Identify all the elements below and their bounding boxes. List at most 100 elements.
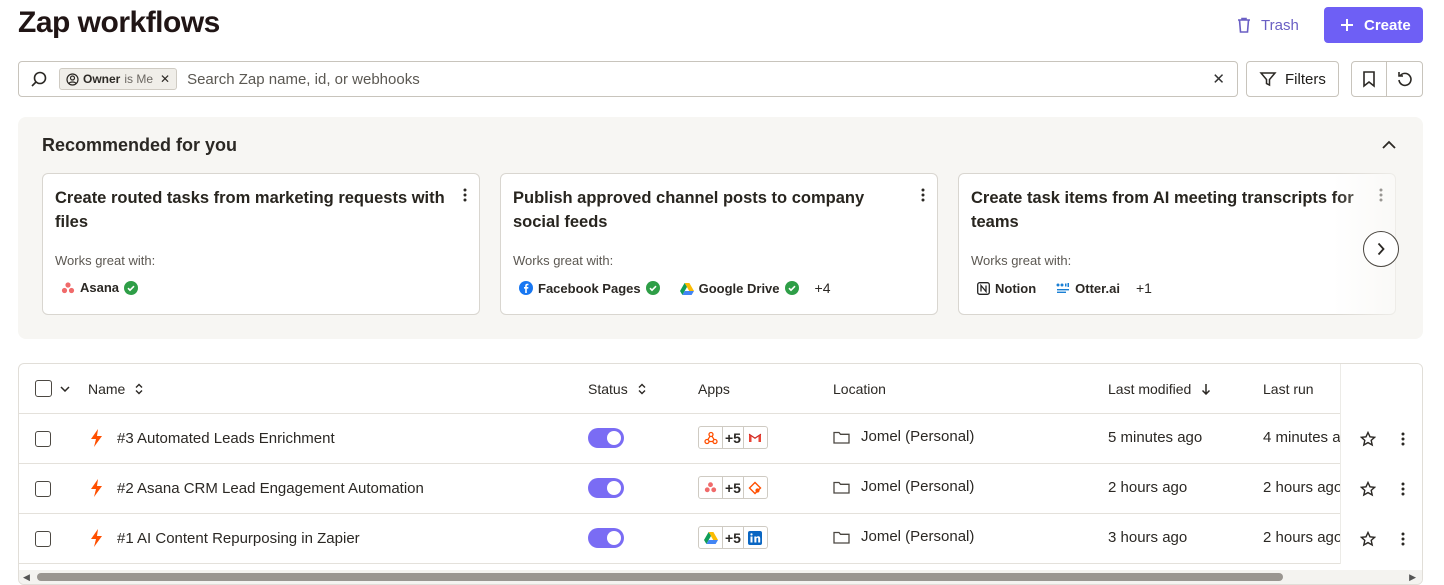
- bookmark-button[interactable]: [1352, 62, 1388, 96]
- star-icon[interactable]: [1359, 531, 1376, 547]
- recommendation-card[interactable]: Publish approved channel posts to compan…: [500, 173, 938, 315]
- column-last-modified[interactable]: Last modified: [1108, 381, 1211, 397]
- owner-filter-chip[interactable]: Owner is Me ✕: [59, 68, 178, 90]
- otter-ai-icon: [1056, 283, 1070, 293]
- works-with-label: Works great with:: [55, 253, 156, 268]
- folder-icon: [833, 431, 850, 444]
- scrollbar-thumb[interactable]: [37, 573, 1283, 581]
- scroll-right-icon[interactable]: ▶: [1409, 572, 1416, 583]
- status-toggle[interactable]: [588, 428, 624, 448]
- zapier-ai-icon: [744, 477, 767, 498]
- status-toggle[interactable]: [588, 478, 624, 498]
- column-name[interactable]: Name: [88, 381, 143, 397]
- table-row[interactable]: #2 Asana CRM Lead Engagement Automation …: [19, 464, 1422, 514]
- apps-stack[interactable]: +5: [698, 526, 768, 549]
- more-apps-count: +4: [814, 280, 831, 296]
- row-checkbox[interactable]: [35, 481, 51, 497]
- bookmark-icon: [1363, 71, 1375, 88]
- table-header: Name Status Apps Location Last modified …: [19, 364, 1422, 414]
- apps-stack[interactable]: +5: [698, 476, 768, 499]
- folder-icon: [833, 481, 850, 494]
- apps-stack[interactable]: +5: [698, 426, 768, 449]
- linkedin-icon: [744, 527, 767, 548]
- table-row[interactable]: #3 Automated Leads Enrichment +5 Jomel (…: [19, 414, 1422, 464]
- chip-operator: is Me: [124, 72, 154, 86]
- card-title: Publish approved channel posts to compan…: [513, 189, 865, 231]
- works-with-label: Works great with:: [513, 253, 614, 268]
- zaps-table: Name Status Apps Location Last modified …: [18, 363, 1423, 585]
- last-run-text: 4 minutes ago: [1263, 429, 1343, 446]
- sort-icon: [638, 383, 646, 395]
- more-vertical-icon[interactable]: [463, 188, 467, 207]
- row-checkbox[interactable]: [35, 531, 51, 547]
- column-apps: Apps: [698, 381, 730, 397]
- google-drive-icon: [699, 527, 722, 548]
- trash-icon: [1238, 17, 1250, 33]
- refresh-button[interactable]: [1387, 62, 1422, 96]
- chevron-down-icon[interactable]: [60, 385, 70, 392]
- app-notion: Notion: [977, 281, 1036, 296]
- zap-name[interactable]: #3 Automated Leads Enrichment: [117, 430, 335, 447]
- last-modified-text: 3 hours ago: [1108, 529, 1188, 546]
- star-icon[interactable]: [1359, 481, 1376, 497]
- card-title: Create routed tasks from marketing reque…: [55, 189, 445, 231]
- recommended-section: Recommended for you Create routed tasks …: [18, 117, 1423, 339]
- location-text[interactable]: Jomel (Personal): [861, 428, 974, 445]
- row-checkbox[interactable]: [35, 431, 51, 447]
- more-vertical-icon[interactable]: [1401, 532, 1405, 546]
- more-apps-count: +1: [1135, 280, 1152, 296]
- recommendation-card[interactable]: Create task items from AI meeting transc…: [958, 173, 1396, 315]
- status-toggle[interactable]: [588, 528, 624, 548]
- view-actions: [1351, 61, 1423, 97]
- zap-bolt-icon: [91, 429, 102, 447]
- search-input[interactable]: [187, 70, 1168, 88]
- notion-icon: [977, 281, 990, 295]
- chevron-right-icon: [1377, 242, 1385, 256]
- location-text[interactable]: Jomel (Personal): [861, 528, 974, 545]
- apps-more-count: +5: [722, 427, 744, 448]
- app-asana: Asana: [61, 280, 139, 295]
- horizontal-scrollbar[interactable]: ◀ ▶: [19, 570, 1422, 584]
- clear-search-icon[interactable]: ✕: [1212, 70, 1225, 88]
- zap-name[interactable]: #2 Asana CRM Lead Engagement Automation: [117, 480, 424, 497]
- recommended-title: Recommended for you: [42, 135, 238, 155]
- collapse-chevron-up-icon[interactable]: [1381, 137, 1397, 155]
- zap-bolt-icon: [91, 529, 102, 547]
- more-vertical-icon[interactable]: [1401, 482, 1405, 496]
- filters-label: Filters: [1285, 70, 1326, 88]
- filter-icon: [1259, 72, 1277, 87]
- plus-icon: [1341, 19, 1353, 31]
- trash-button[interactable]: Trash: [1226, 7, 1310, 43]
- zap-name[interactable]: #1 AI Content Repurposing in Zapier: [117, 530, 360, 547]
- refresh-icon: [1397, 72, 1412, 87]
- chip-field: Owner: [83, 72, 121, 86]
- star-icon[interactable]: [1359, 431, 1376, 447]
- apps-more-count: +5: [722, 477, 744, 498]
- more-vertical-icon[interactable]: [921, 188, 925, 207]
- last-run-text: 2 hours ago: [1263, 479, 1343, 496]
- create-label: Create: [1364, 16, 1411, 34]
- works-with-label: Works great with:: [971, 253, 1072, 268]
- column-status[interactable]: Status: [588, 381, 646, 397]
- search-icon: [19, 70, 59, 88]
- table-row[interactable]: #1 AI Content Repurposing in Zapier +5 J…: [19, 514, 1422, 564]
- location-text[interactable]: Jomel (Personal): [861, 478, 974, 495]
- row-actions-column: [1340, 364, 1422, 564]
- column-last-run: Last run: [1263, 381, 1314, 397]
- more-vertical-icon[interactable]: [1401, 432, 1405, 446]
- verified-check-icon: [645, 281, 660, 295]
- select-all-checkbox[interactable]: [35, 380, 52, 397]
- filters-button[interactable]: Filters: [1246, 61, 1339, 97]
- zap-bolt-icon: [91, 479, 102, 497]
- app-facebook-pages: Facebook Pages: [519, 281, 660, 296]
- asana-icon: [61, 281, 75, 293]
- recommendation-card[interactable]: Create routed tasks from marketing reque…: [42, 173, 480, 315]
- create-button[interactable]: Create: [1324, 7, 1423, 43]
- chip-close-icon[interactable]: ✕: [160, 72, 170, 86]
- scroll-left-icon[interactable]: ◀: [23, 572, 30, 583]
- verified-check-icon: [124, 280, 139, 295]
- carousel-next-button[interactable]: [1363, 231, 1399, 267]
- arrow-down-icon: [1202, 384, 1211, 395]
- last-run-text: 2 hours ago: [1263, 529, 1343, 546]
- google-drive-icon: [679, 282, 694, 295]
